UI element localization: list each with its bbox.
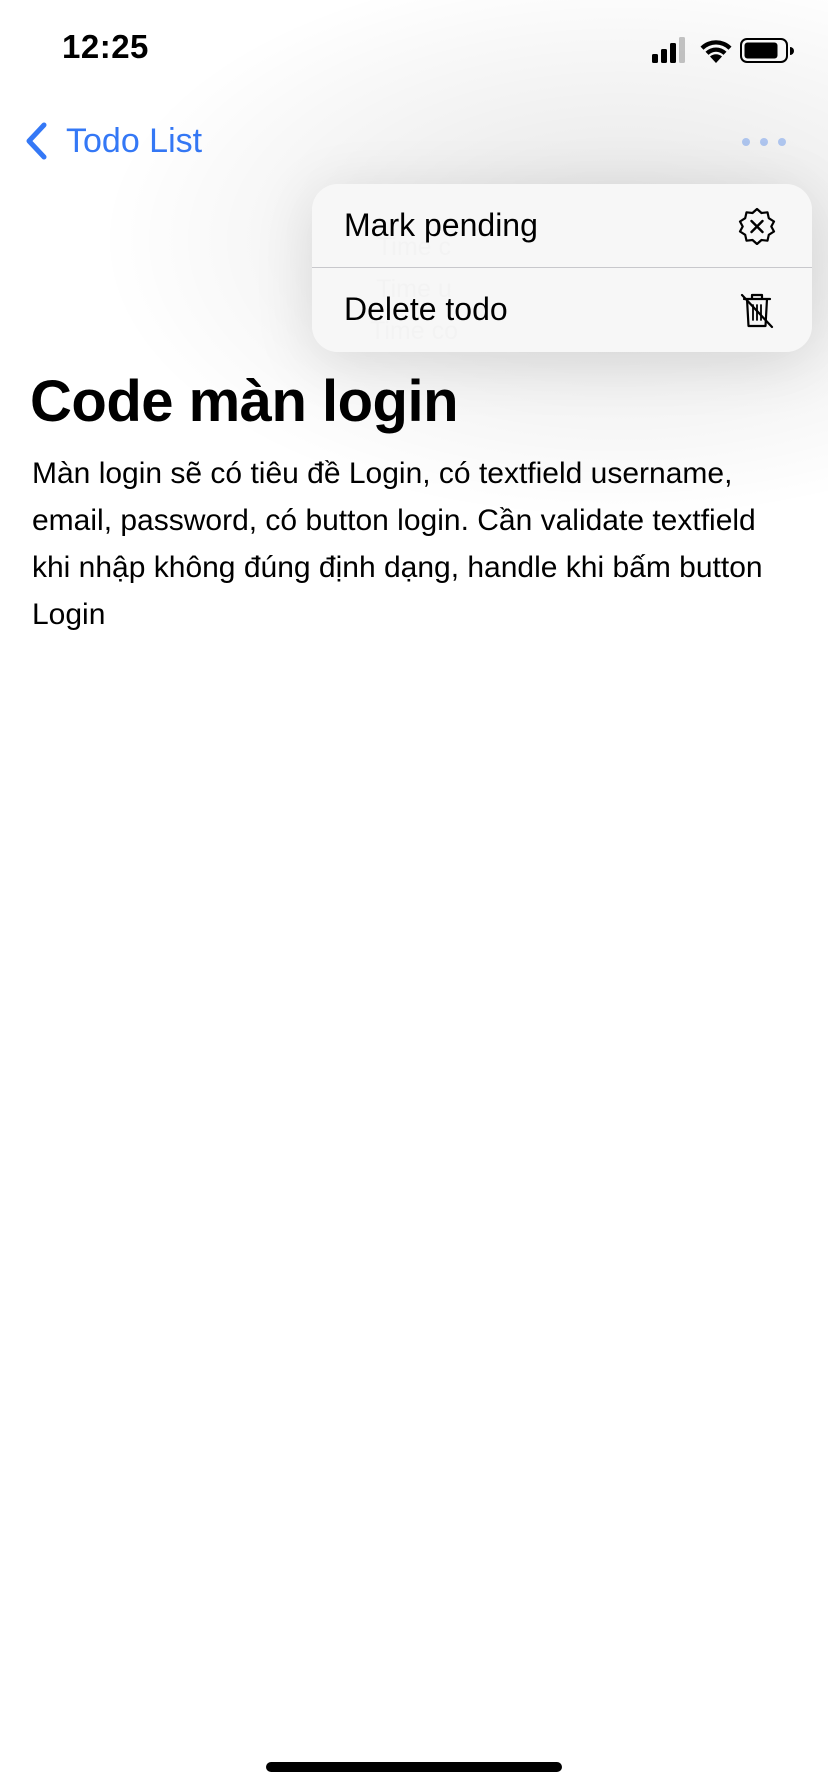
status-time: 12:25 [62,28,149,65]
back-button[interactable]: Todo List [24,118,202,164]
menu-item-label: Delete todo [344,291,508,327]
status-bar: 12:25 [0,0,828,100]
menu-item-mark-pending[interactable]: Mark pending [312,184,812,267]
todo-title: Code màn login [30,369,459,434]
context-menu: Mark pending Delete todo [312,184,812,352]
home-indicator [266,1762,562,1772]
menu-item-delete-todo[interactable]: Delete todo [312,268,812,351]
menu-item-label: Mark pending [344,207,538,243]
battery-icon [740,38,794,63]
back-button-label: Todo List [66,121,203,160]
status-icons [652,37,794,63]
xmark-seal-icon [738,207,776,245]
trash-slash-icon [740,293,774,328]
cellular-signal-icon [652,37,685,63]
ellipsis-icon[interactable] [740,130,788,154]
wifi-icon [700,40,732,63]
chevron-left-icon [26,122,47,160]
navigation-bar: Todo List [0,100,828,180]
todo-description: Màn login sẽ có tiêu đề Login, có textfi… [32,457,763,631]
